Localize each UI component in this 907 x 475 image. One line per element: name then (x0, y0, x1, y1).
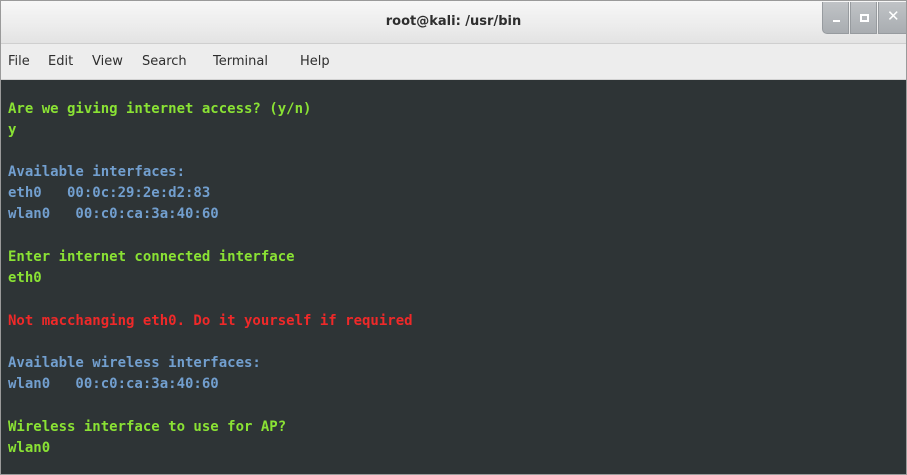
terminal-output[interactable]: Are we giving internet access? (y/n) y A… (1, 80, 906, 474)
menu-file[interactable]: File (8, 54, 30, 69)
terminal-line: Not macchanging eth0. Do it yourself if … (8, 313, 413, 329)
terminal-line: wlan0 00:c0:ca:3a:40:60 (8, 376, 219, 392)
minimize-button[interactable] (822, 2, 849, 34)
terminal-window: root@kali: /usr/bin ✕ File Edit View Sea… (0, 0, 907, 475)
window-title: root@kali: /usr/bin (385, 14, 522, 29)
terminal-line: Are we giving internet access? (y/n) (8, 101, 312, 117)
terminal-line: wlan0 00:c0:ca:3a:40:60 (8, 206, 219, 222)
terminal-line: Available wireless interfaces: (8, 355, 261, 371)
terminal-line: Available interfaces: (8, 164, 186, 180)
menu-search[interactable]: Search (142, 54, 187, 69)
title-bar[interactable]: root@kali: /usr/bin ✕ (1, 1, 906, 44)
close-button[interactable]: ✕ (878, 2, 906, 34)
terminal-line: y (8, 122, 17, 138)
menu-help[interactable]: Help (300, 54, 330, 69)
menu-view[interactable]: View (92, 54, 123, 69)
menu-edit[interactable]: Edit (48, 54, 73, 69)
terminal-line: eth0 00:0c:29:2e:d2:83 (8, 185, 211, 201)
terminal-line: wlan0 (8, 440, 51, 456)
close-icon: ✕ (887, 7, 900, 25)
menu-bar: File Edit View Search Terminal Help (1, 44, 906, 80)
terminal-line: Wireless interface to use for AP? (8, 419, 287, 435)
terminal-line: Enter internet connected interface (8, 249, 295, 265)
maximize-button[interactable] (850, 2, 877, 34)
maximize-icon (860, 14, 869, 22)
terminal-line: eth0 (8, 270, 42, 286)
menu-terminal[interactable]: Terminal (213, 54, 268, 69)
minimize-icon (833, 20, 840, 22)
